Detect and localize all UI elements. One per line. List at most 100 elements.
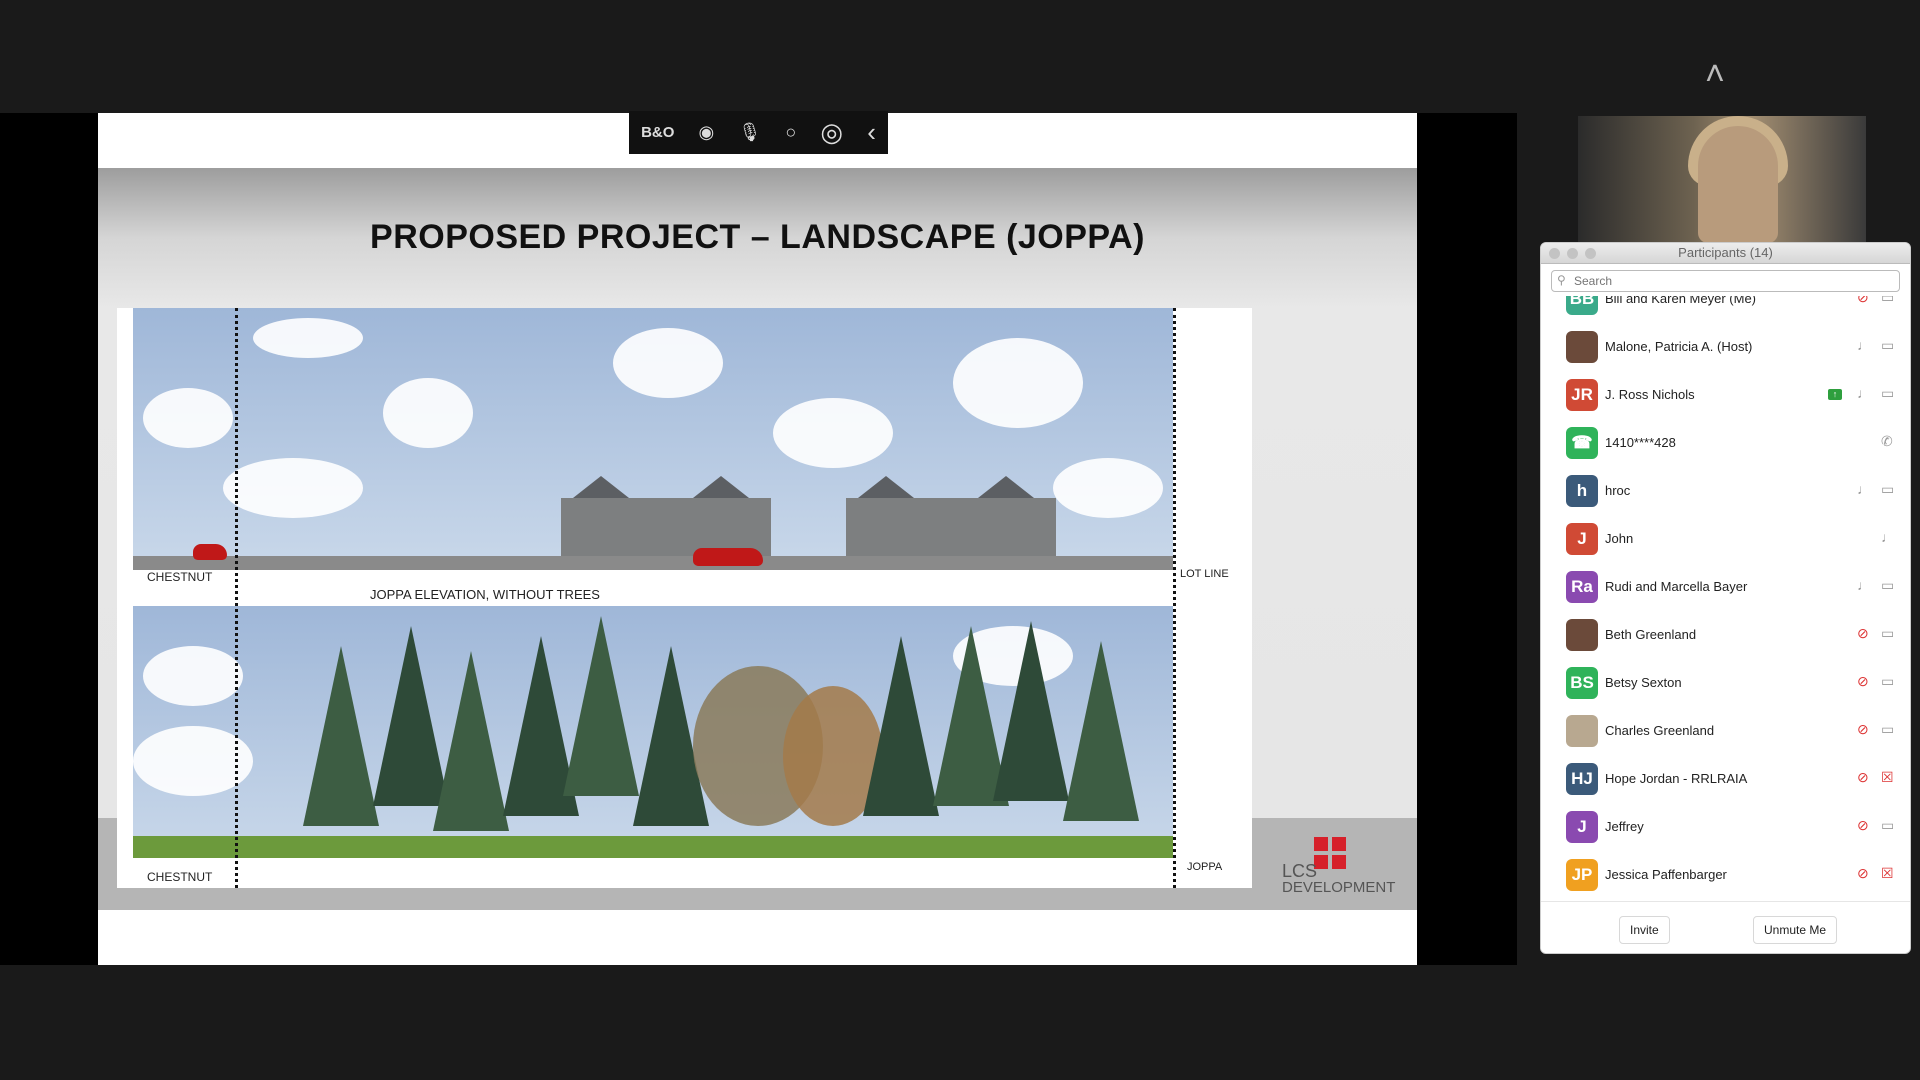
participant-row[interactable]: ☎ 1410****428 ✆ xyxy=(1541,419,1910,467)
mic-muted-icon[interactable]: ⊘ xyxy=(1857,296,1869,306)
hedge xyxy=(133,836,1173,858)
unmute-me-button[interactable]: Unmute Me xyxy=(1753,916,1838,944)
participant-name: Beth Greenland xyxy=(1605,627,1697,642)
avatar: BS xyxy=(1566,667,1598,699)
lcs-logo: LCS DEVELOPMENT xyxy=(1280,833,1395,905)
participant-name: Rudi and Marcella Bayer xyxy=(1605,579,1748,594)
mic-muted-icon[interactable]: ⊘ xyxy=(1857,769,1869,786)
avatar: ☎ xyxy=(1566,427,1598,459)
avatar xyxy=(1566,619,1598,651)
elevation-with-trees xyxy=(133,606,1173,858)
floating-toolbar: B&O ◉ 🎙 ○ ◎ ‹ xyxy=(629,111,888,154)
participant-row[interactable]: BS Betsy Sexton ⊘ ▭ xyxy=(1541,659,1910,707)
video-icon[interactable]: ▭ xyxy=(1881,673,1894,690)
video-icon[interactable]: ▭ xyxy=(1881,337,1894,354)
audio-icon[interactable]: ◎ xyxy=(820,117,843,148)
avatar: J xyxy=(1566,811,1598,843)
invite-button[interactable]: Invite xyxy=(1619,916,1670,944)
bo-logo-icon[interactable]: B&O xyxy=(641,124,674,141)
participants-list: BB Bill and Karen Meyer (Me) ⊘ ▭ Malone, Pat… xyxy=(1541,296,1910,901)
video-icon[interactable]: ▭ xyxy=(1881,721,1894,738)
mic-icon[interactable]: 🎙 xyxy=(738,122,761,143)
video-icon[interactable]: ▭ xyxy=(1881,385,1894,402)
participants-title: Participants (14) xyxy=(1678,245,1773,260)
participant-row[interactable]: Beth Greenland ⊘ ▭ xyxy=(1541,611,1910,659)
participant-figure xyxy=(1698,126,1778,243)
zoom-icon[interactable] xyxy=(1585,248,1596,259)
slide-title: PROPOSED PROJECT – LANDSCAPE (JOPPA) xyxy=(370,218,1145,256)
landscape-panel: CHESTNUT LOT LINE JOPPA ELEVATION, WITHO… xyxy=(117,308,1252,888)
lcs-logo-line2: DEVELOPMENT xyxy=(1282,879,1396,896)
participant-row[interactable]: J Jeffrey ⊘ ▭ xyxy=(1541,803,1910,851)
video-icon[interactable]: ▭ xyxy=(1881,296,1894,306)
participant-row[interactable]: J John ♩ xyxy=(1541,515,1910,563)
chestnut-label: CHESTNUT xyxy=(147,870,213,884)
video-icon[interactable]: ▭ xyxy=(1881,817,1894,834)
avatar: BB xyxy=(1566,296,1598,315)
participant-name: John xyxy=(1605,531,1634,546)
chestnut-label: CHESTNUT xyxy=(147,570,213,584)
search-icon: ⚲ xyxy=(1557,273,1566,287)
avatar: JR xyxy=(1566,379,1598,411)
participants-titlebar: Participants (14) xyxy=(1541,243,1910,264)
mic-muted-icon[interactable]: ⊘ xyxy=(1857,865,1869,882)
mic-icon[interactable]: ♩ xyxy=(1857,481,1871,497)
mic-muted-icon[interactable]: ⊘ xyxy=(1857,625,1869,642)
participants-panel: Participants (14) ⚲ BB Bill and Karen Mey… xyxy=(1540,242,1911,954)
video-off-icon[interactable]: ☒ xyxy=(1881,769,1894,786)
mic-icon[interactable]: ♩ xyxy=(1881,529,1895,545)
lot-line-right xyxy=(1173,308,1176,888)
participant-row[interactable]: JR J. Ross Nichols ↑ ♩ ▭ xyxy=(1541,371,1910,419)
participant-name: Charles Greenland xyxy=(1605,723,1715,738)
mic-muted-icon[interactable]: ⊘ xyxy=(1857,817,1869,834)
mic-icon[interactable]: ♩ xyxy=(1857,577,1871,593)
video-off-icon[interactable]: ☒ xyxy=(1881,865,1894,882)
top-bar xyxy=(0,0,1920,113)
lot-line-label: LOT LINE xyxy=(1180,568,1229,580)
participant-name: Hope Jordan - RRLRAIA xyxy=(1605,771,1748,786)
participant-search[interactable]: ⚲ xyxy=(1551,270,1900,292)
avatar: h xyxy=(1566,475,1598,507)
mic-icon[interactable]: ♩ xyxy=(1857,385,1871,401)
mic-muted-icon[interactable]: ⊘ xyxy=(1857,673,1869,690)
participant-name: J. Ross Nichols xyxy=(1605,387,1695,402)
collapse-icon[interactable]: ‹ xyxy=(867,117,876,148)
car xyxy=(693,548,763,566)
avatar xyxy=(1566,331,1598,363)
minimize-icon[interactable] xyxy=(1567,248,1578,259)
participant-row[interactable]: JP Jessica Paffenbarger ⊘ ☒ xyxy=(1541,851,1910,899)
participant-name: Malone, Patricia A. (Host) xyxy=(1605,339,1753,354)
record-icon[interactable]: ◉ xyxy=(699,122,715,143)
participant-row[interactable]: h hroc ♩ ▭ xyxy=(1541,467,1910,515)
avatar: J xyxy=(1566,523,1598,555)
participant-row[interactable]: HJ Hope Jordan - RRLRAIA ⊘ ☒ xyxy=(1541,755,1910,803)
car xyxy=(193,544,227,560)
mic-muted-icon[interactable]: ⊘ xyxy=(1857,721,1869,738)
participant-name: Bill and Karen Meyer (Me) xyxy=(1605,296,1756,306)
participant-row[interactable]: Charles Greenland ⊘ ▭ xyxy=(1541,707,1910,755)
participant-name: Betsy Sexton xyxy=(1605,675,1682,690)
avatar: Ra xyxy=(1566,571,1598,603)
close-icon[interactable] xyxy=(1549,248,1560,259)
elevation-without-trees xyxy=(133,308,1173,570)
participant-row[interactable]: Ra Rudi and Marcella Bayer ♩ ▭ xyxy=(1541,563,1910,611)
video-icon[interactable]: ▭ xyxy=(1881,625,1894,642)
avatar xyxy=(1566,715,1598,747)
mic-icon[interactable]: ♩ xyxy=(1857,337,1871,353)
search-input[interactable] xyxy=(1572,273,1896,289)
joppa-label: JOPPA xyxy=(1187,861,1223,873)
participant-name: hroc xyxy=(1605,483,1631,498)
shared-slide: PROPOSED PROJECT – LANDSCAPE (JOPPA) CHE… xyxy=(98,113,1417,965)
elevation-caption: JOPPA ELEVATION, WITHOUT TREES xyxy=(370,587,600,602)
circle-icon[interactable]: ○ xyxy=(785,122,796,143)
video-icon[interactable]: ▭ xyxy=(1881,481,1894,498)
phone-icon: ✆ xyxy=(1881,433,1893,449)
slide-bottom xyxy=(98,910,1417,965)
screen-share-icon: ↑ xyxy=(1828,389,1842,400)
video-thumbnail[interactable] xyxy=(1578,116,1866,243)
participant-row[interactable]: BB Bill and Karen Meyer (Me) ⊘ ▭ xyxy=(1541,296,1910,323)
video-icon[interactable]: ▭ xyxy=(1881,577,1894,594)
participant-name: Jessica Paffenbarger xyxy=(1605,867,1727,882)
participant-row[interactable]: Malone, Patricia A. (Host) ♩ ▭ xyxy=(1541,323,1910,371)
scroll-up-icon[interactable]: ˄ xyxy=(1705,55,1725,94)
